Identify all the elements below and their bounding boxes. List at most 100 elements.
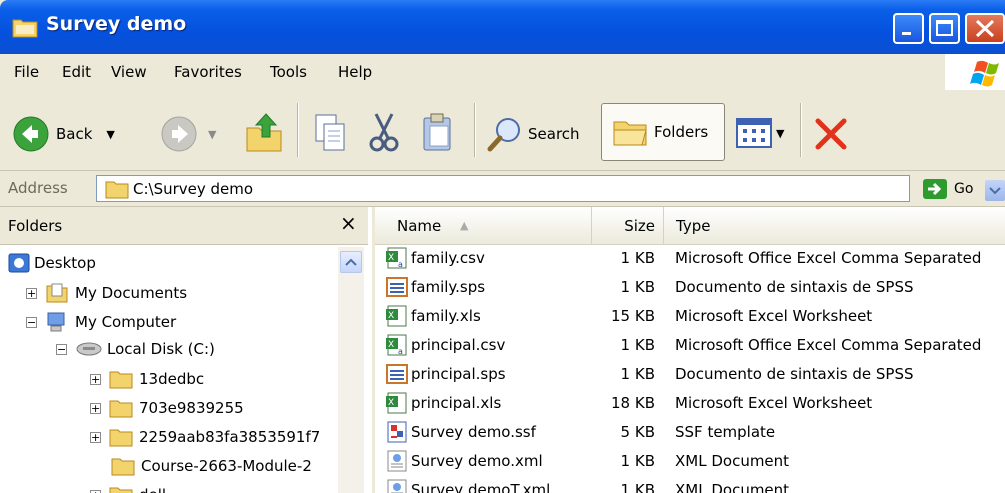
cut-button[interactable]	[366, 110, 402, 154]
column-header-size[interactable]: Size	[592, 207, 664, 245]
views-button[interactable]: ▼	[736, 117, 784, 149]
svg-text:X: X	[388, 340, 394, 350]
file-type: Microsoft Excel Worksheet	[675, 394, 873, 412]
menu-favorites[interactable]: Favorites	[174, 63, 242, 81]
folders-icon	[613, 121, 647, 146]
folders-label: Folders	[654, 123, 709, 141]
tree-item-desktop[interactable]: Desktop	[8, 253, 96, 273]
file-row[interactable]: Survey demoT.xml 1 KB XML Document	[375, 476, 1005, 493]
search-button[interactable]: Search	[486, 115, 580, 153]
copy-button[interactable]	[312, 112, 348, 154]
expand-icon[interactable]: +	[26, 287, 37, 299]
minimize-button[interactable]	[893, 13, 924, 44]
collapse-icon[interactable]: −	[56, 343, 67, 355]
scroll-up-button[interactable]	[340, 251, 362, 273]
file-name: family.sps	[411, 278, 486, 296]
close-button[interactable]	[965, 13, 1005, 44]
expand-icon[interactable]: +	[90, 489, 101, 493]
tree-item-folder[interactable]: + 13dedbc	[90, 369, 204, 389]
file-name: Survey demoT.xml	[411, 481, 551, 493]
file-size: 1 KB	[620, 336, 655, 354]
tree-item-local-disk[interactable]: − Local Disk (C:)	[56, 340, 215, 358]
column-header-type[interactable]: Type	[664, 207, 1005, 245]
file-size: 18 KB	[611, 394, 655, 412]
tree-item-label: Desktop	[34, 254, 96, 272]
file-row[interactable]: Xprincipal.xls 18 KB Microsoft Excel Wor…	[375, 389, 1005, 418]
file-type: Documento de sintaxis de SPSS	[675, 278, 914, 296]
scissors-icon	[369, 113, 399, 152]
folders-pane-title: Folders	[8, 217, 63, 235]
menu-view[interactable]: View	[111, 63, 147, 81]
delete-button[interactable]	[812, 115, 850, 153]
menu-tools[interactable]: Tools	[270, 63, 307, 81]
folder-icon	[109, 429, 133, 447]
folders-pane-header: Folders ×	[0, 207, 368, 245]
file-name: principal.csv	[411, 336, 506, 354]
chevron-down-icon[interactable]: ▼	[208, 128, 216, 141]
toolbar-separator	[297, 103, 299, 157]
file-row[interactable]: family.sps 1 KB Documento de sintaxis de…	[375, 273, 1005, 302]
up-folder-button[interactable]	[244, 110, 284, 154]
menu-help[interactable]: Help	[338, 63, 372, 81]
collapse-icon[interactable]: −	[26, 316, 37, 328]
address-dropdown[interactable]	[985, 180, 1005, 201]
file-list: Name ▲ Size Type Xa family.csv 1 KB Micro…	[375, 207, 1005, 493]
chevron-down-icon[interactable]: ▼	[106, 128, 114, 141]
search-icon	[487, 118, 520, 152]
menu-edit[interactable]: Edit	[62, 63, 91, 81]
column-header-name[interactable]: Name ▲	[375, 207, 592, 245]
column-label: Size	[624, 217, 655, 235]
tree-item-folder[interactable]: + dell	[90, 485, 166, 493]
folders-button[interactable]: Folders	[601, 103, 725, 161]
back-arrow-icon	[13, 116, 49, 152]
file-size: 1 KB	[620, 249, 655, 267]
file-row[interactable]: Xa family.csv 1 KB Microsoft Office Excel…	[375, 244, 1005, 273]
tree-item-folder[interactable]: Course-2663-Module-2	[111, 456, 312, 476]
go-button[interactable]: Go	[922, 178, 973, 200]
folders-scrollbar[interactable]	[338, 247, 364, 493]
close-icon[interactable]: ×	[340, 211, 357, 235]
chevron-down-icon	[989, 187, 1001, 195]
back-label: Back	[56, 125, 93, 143]
minimize-icon	[902, 32, 911, 35]
tree-item-folder[interactable]: + 2259aab83fa3853591f7	[90, 427, 336, 447]
chevron-down-icon[interactable]: ▼	[776, 127, 784, 140]
expand-icon[interactable]: +	[90, 373, 101, 385]
windows-logo	[945, 54, 1005, 90]
paste-button[interactable]	[420, 110, 456, 154]
address-input[interactable]: C:\Survey demo	[96, 175, 1005, 202]
forward-button[interactable]: ▼	[160, 115, 216, 153]
tree-item-folder[interactable]: + 703e9839255	[90, 398, 244, 418]
file-row[interactable]: Xfamily.xls 15 KB Microsoft Excel Worksh…	[375, 302, 1005, 331]
my-computer-icon	[47, 312, 65, 332]
expand-icon[interactable]: +	[90, 431, 101, 443]
file-row[interactable]: Xa principal.csv 1 KB Microsoft Office Ex…	[375, 331, 1005, 360]
file-name: principal.xls	[411, 394, 502, 412]
tree-item-my-documents[interactable]: + My Documents	[26, 282, 187, 304]
title-bar[interactable]: Survey demo	[0, 0, 1005, 54]
file-name: family.csv	[411, 249, 485, 267]
back-button[interactable]: Back ▼	[12, 115, 115, 153]
file-row[interactable]: principal.sps 1 KB Documento de sintaxis…	[375, 360, 1005, 389]
menu-file[interactable]: File	[14, 63, 39, 81]
search-label: Search	[528, 125, 580, 143]
toolbar-separator	[800, 103, 802, 157]
xls-icon: X	[386, 392, 407, 414]
file-row[interactable]: Survey demo.xml 1 KB XML Document	[375, 447, 1005, 476]
chevron-up-icon	[345, 258, 357, 266]
file-size: 1 KB	[620, 278, 655, 296]
maximize-button[interactable]	[929, 13, 960, 44]
expand-icon[interactable]: +	[90, 402, 101, 414]
file-size: 15 KB	[611, 307, 655, 325]
tree-item-label: 2259aab83fa3853591f7	[139, 428, 321, 446]
file-type: XML Document	[675, 481, 790, 493]
file-row[interactable]: Survey demo.ssf 5 KB SSF template	[375, 418, 1005, 447]
csv-icon: Xa	[386, 334, 407, 356]
tree-item-label: 13dedbc	[139, 370, 205, 388]
explorer-window: Survey demo File Edit View Favorites Too…	[0, 0, 1005, 493]
file-size: 1 KB	[620, 365, 655, 383]
tree-item-my-computer[interactable]: − My Computer	[26, 311, 176, 333]
desktop-icon	[8, 253, 30, 273]
my-documents-icon	[46, 283, 68, 303]
up-folder-icon	[246, 113, 282, 152]
